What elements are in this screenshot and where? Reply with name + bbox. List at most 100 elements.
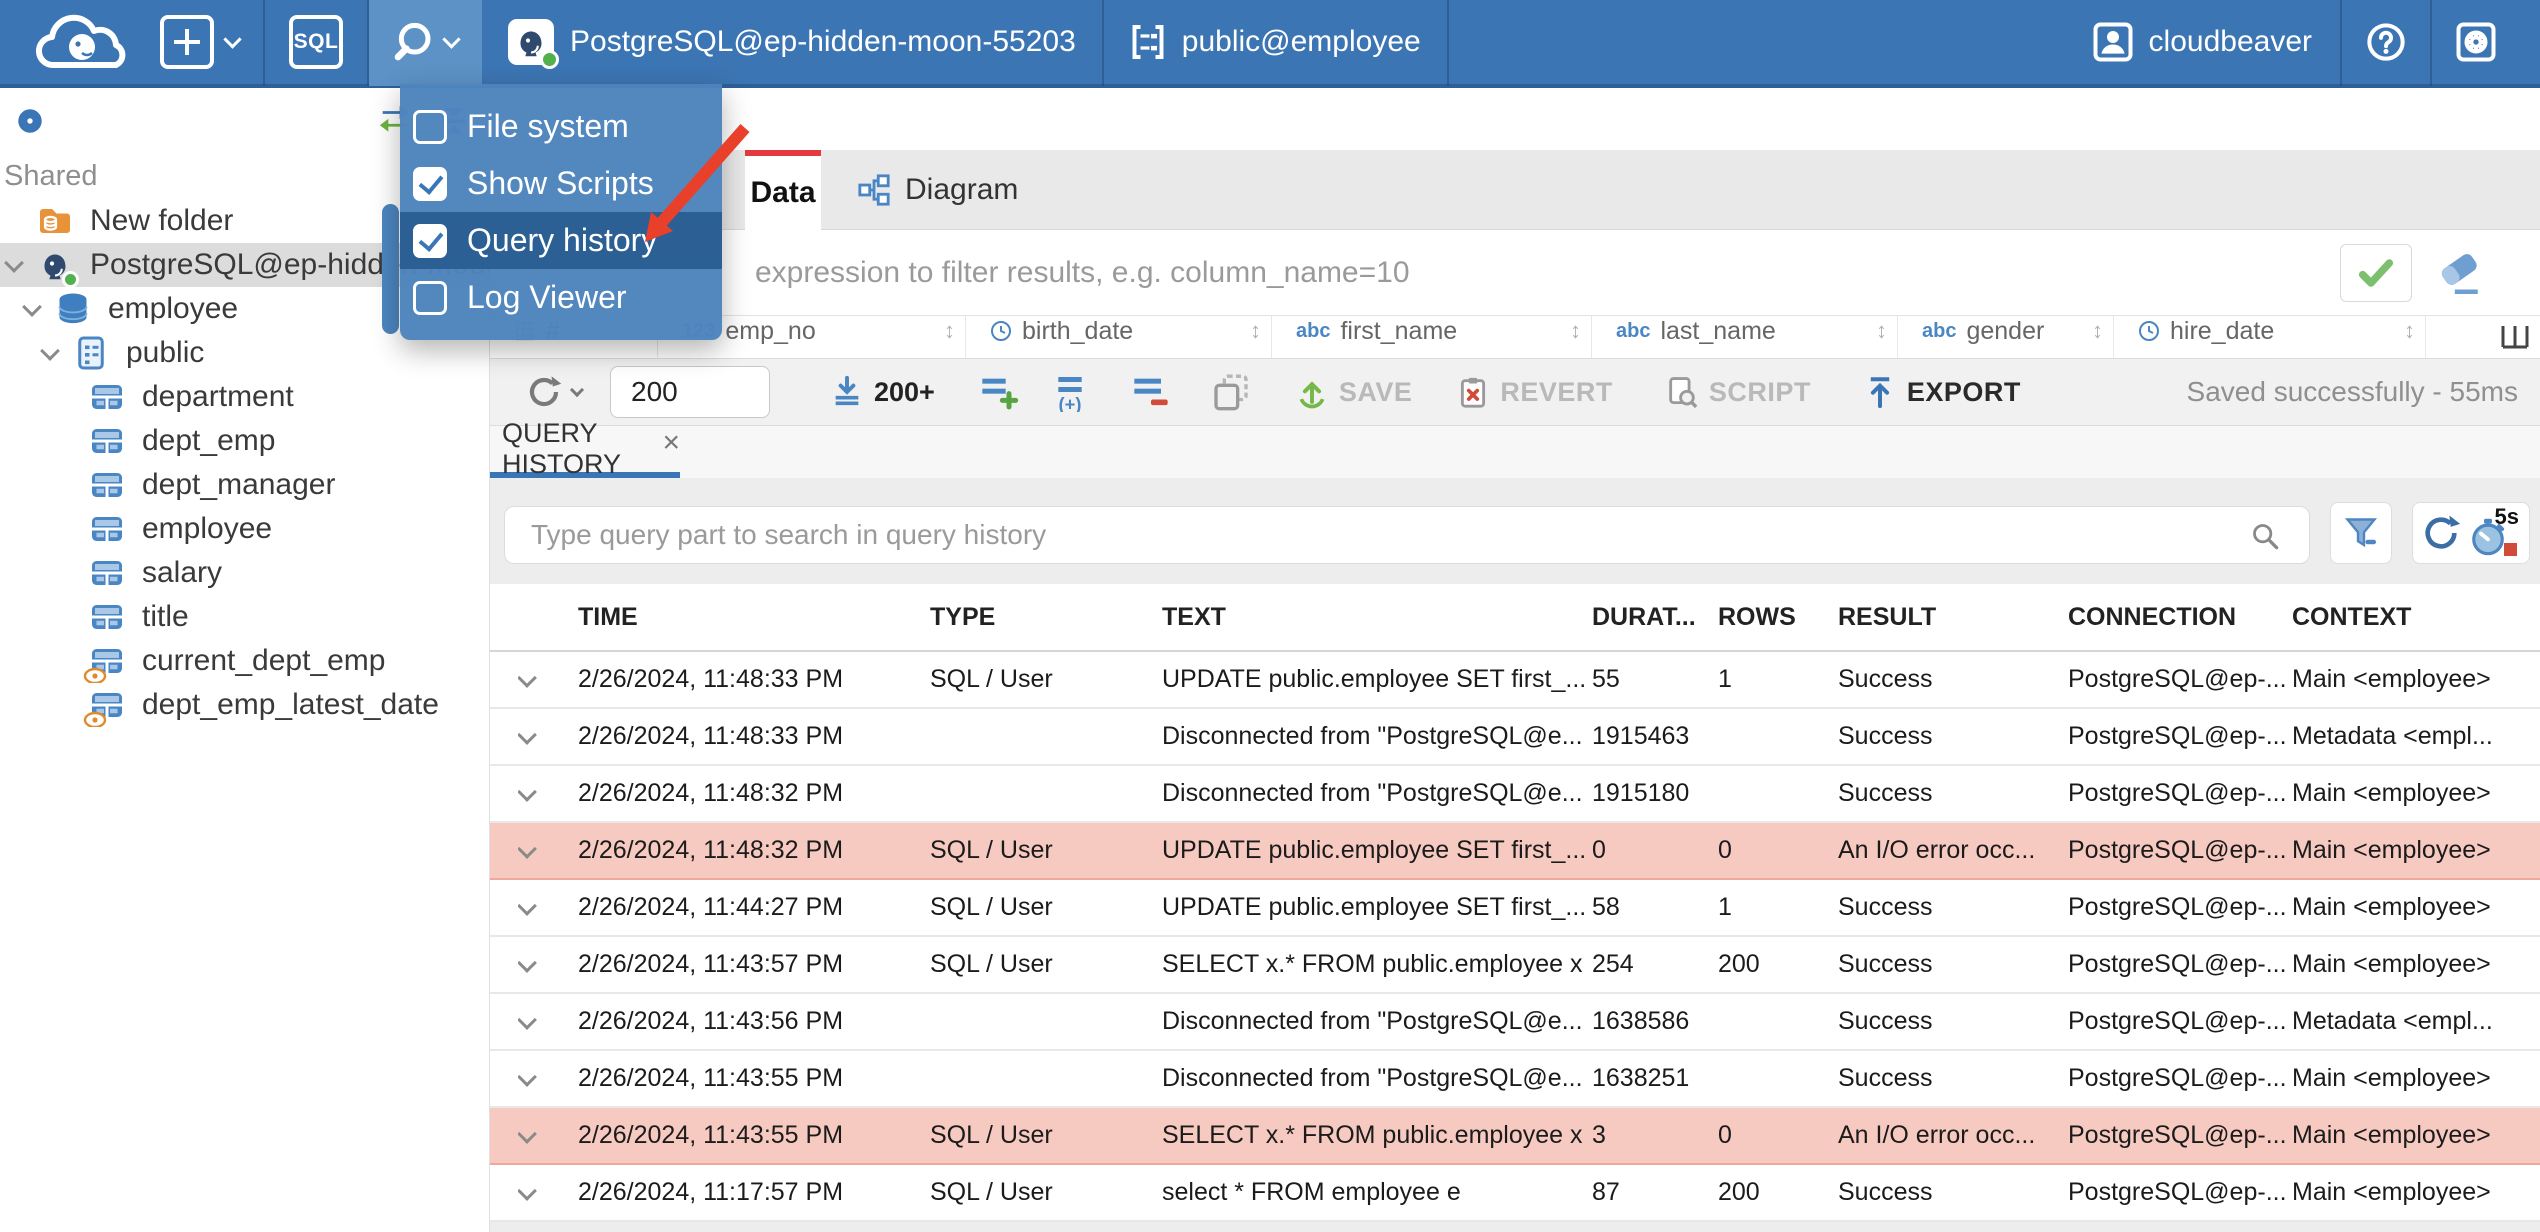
query-history-row[interactable]: 2/26/2024, 11:48:32 PM SQL / User UPDATE… [490, 823, 2540, 880]
grid-column-header[interactable]: birth_date ↕ [966, 316, 1272, 358]
connection-selector[interactable]: PostgreSQL@ep-hidden-moon-55203 [482, 0, 1102, 86]
header-rows[interactable]: ROWS [1718, 603, 1838, 632]
menu-item[interactable]: Log Viewer [400, 269, 722, 326]
copy-icon[interactable] [1211, 372, 1251, 412]
chevron-down-icon[interactable] [4, 255, 24, 275]
checkbox[interactable] [413, 280, 447, 315]
schema-selector[interactable]: public@employee [1104, 0, 1447, 86]
checkbox[interactable] [413, 109, 447, 144]
save-button[interactable]: SAVE [1295, 375, 1413, 409]
header-context[interactable]: CONTEXT [2292, 603, 2540, 632]
header-time[interactable]: TIME [578, 603, 930, 632]
query-history-filter-button[interactable] [2330, 502, 2392, 564]
query-history-row[interactable]: 2/26/2024, 11:43:55 PM Disconnected from… [490, 1051, 2540, 1108]
header-text[interactable]: TEXT [1162, 603, 1592, 632]
chevron-down-icon[interactable] [22, 299, 42, 319]
sort-icon[interactable]: ↕ [1570, 318, 1581, 344]
cell-text: SELECT x.* FROM public.employee x [1162, 1121, 1583, 1149]
settings-button[interactable] [2432, 0, 2520, 86]
sort-icon[interactable]: ↕ [2404, 318, 2415, 344]
query-history-row[interactable]: 2/26/2024, 11:17:57 PM SQL / User select… [490, 1165, 2540, 1222]
grid-column-header[interactable]: abc first_name ↕ [1272, 316, 1592, 358]
stop-badge [2504, 543, 2517, 556]
postgres-icon [508, 19, 559, 69]
clear-filter-eraser-icon[interactable] [2432, 248, 2486, 298]
add-row-icon[interactable] [979, 372, 1019, 412]
tree-item[interactable]: current_dept_emp [0, 639, 489, 683]
divider [1446, 0, 1449, 86]
script-button[interactable]: SCRIPT [1665, 375, 1811, 409]
query-history-row[interactable]: 2/26/2024, 11:48:33 PM Disconnected from… [490, 709, 2540, 766]
query-history-row[interactable]: 2/26/2024, 11:44:27 PM SQL / User UPDATE… [490, 880, 2540, 937]
tree-scrollbar-thumb[interactable] [382, 204, 399, 334]
grid-column-header[interactable]: abc gender ↕ [1898, 316, 2114, 358]
sort-icon[interactable]: ↕ [2092, 318, 2103, 344]
expand-chevron-icon[interactable] [518, 842, 534, 858]
export-button[interactable]: EXPORT [1863, 375, 2021, 409]
grid-column-header[interactable]: hire_date ↕ [2114, 316, 2426, 358]
header-result[interactable]: RESULT [1838, 603, 2068, 632]
sort-icon[interactable]: ↕ [1876, 318, 1887, 344]
table-icon [89, 555, 125, 591]
query-history-row[interactable]: 2/26/2024, 11:48:32 PM Disconnected from… [490, 766, 2540, 823]
fetch-next-segment-button[interactable]: 200+ [830, 375, 935, 409]
tree-item[interactable]: department [0, 375, 489, 419]
help-button[interactable] [2342, 0, 2430, 86]
tree-item[interactable]: dept_emp_latest_date [0, 683, 489, 727]
query-history-search-input[interactable] [505, 507, 2309, 563]
refresh-button[interactable] [526, 374, 585, 410]
cell-connection: PostgreSQL@ep-... [2068, 665, 2287, 693]
sort-icon[interactable]: ↕ [944, 318, 955, 344]
delete-row-icon[interactable] [1131, 372, 1171, 412]
checkbox[interactable] [413, 166, 447, 201]
new-object-button[interactable] [136, 0, 263, 86]
user-menu[interactable]: cloudbeaver [2065, 22, 2340, 62]
expand-chevron-icon[interactable] [518, 1013, 534, 1029]
schema-icon [73, 335, 109, 371]
cloudbeaver-logo[interactable] [24, 7, 136, 77]
expand-chevron-icon[interactable] [518, 1184, 534, 1200]
close-icon[interactable]: × [662, 428, 680, 458]
tree-item[interactable]: title [0, 595, 489, 639]
expand-chevron-icon[interactable] [518, 899, 534, 915]
expand-chevron-icon[interactable] [518, 728, 534, 744]
cell-duration: 1638251 [1592, 1064, 1690, 1092]
cell-duration: 254 [1592, 950, 1634, 978]
query-history-row[interactable]: 2/26/2024, 11:48:33 PM SQL / User UPDATE… [490, 652, 2540, 709]
sort-icon[interactable]: ↕ [1250, 318, 1261, 344]
expand-chevron-icon[interactable] [518, 785, 534, 801]
expand-chevron-icon[interactable] [518, 671, 534, 687]
tools-menu-button[interactable] [369, 0, 482, 86]
tree-item[interactable]: dept_emp [0, 419, 489, 463]
auto-refresh-timer-button[interactable]: 5s [2469, 504, 2519, 558]
query-history-row[interactable]: 2/26/2024, 11:43:56 PM Disconnected from… [490, 994, 2540, 1051]
grid-column-header[interactable]: abc last_name ↕ [1592, 316, 1898, 358]
query-history-refresh-group: 5s [2412, 502, 2530, 564]
fetch-down-icon [830, 375, 864, 409]
chevron-down-icon[interactable] [40, 343, 60, 363]
cell-duration: 1915180 [1592, 779, 1690, 807]
columns-config-icon[interactable] [2500, 324, 2530, 350]
tree-settings-gear-icon[interactable] [12, 103, 48, 139]
revert-button[interactable]: REVERT [1456, 375, 1613, 409]
sql-editor-button[interactable]: SQL [265, 0, 367, 86]
apply-filter-button[interactable] [2340, 244, 2412, 302]
tab-diagram[interactable]: Diagram [835, 150, 1040, 230]
query-history-row[interactable]: 2/26/2024, 11:43:55 PM SQL / User SELECT… [490, 1108, 2540, 1165]
row-limit-input[interactable] [610, 366, 770, 418]
checkbox[interactable] [413, 223, 447, 258]
expand-chevron-icon[interactable] [518, 956, 534, 972]
expand-chevron-icon[interactable] [518, 1127, 534, 1143]
expand-chevron-icon[interactable] [518, 1070, 534, 1086]
tree-item[interactable]: dept_manager [0, 463, 489, 507]
refresh-icon[interactable] [2421, 513, 2461, 553]
tree-item[interactable]: employee [0, 507, 489, 551]
header-duration[interactable]: DURAT... [1592, 603, 1718, 632]
duplicate-row-icon[interactable] [1055, 372, 1095, 412]
tab-query-history[interactable]: QUERY HISTORY × [490, 418, 680, 479]
header-type[interactable]: TYPE [930, 603, 1162, 632]
header-connection[interactable]: CONNECTION [2068, 603, 2292, 632]
query-history-row[interactable]: 2/26/2024, 11:43:57 PM SQL / User SELECT… [490, 937, 2540, 994]
tree-item[interactable]: salary [0, 551, 489, 595]
refresh-icon [526, 374, 562, 410]
